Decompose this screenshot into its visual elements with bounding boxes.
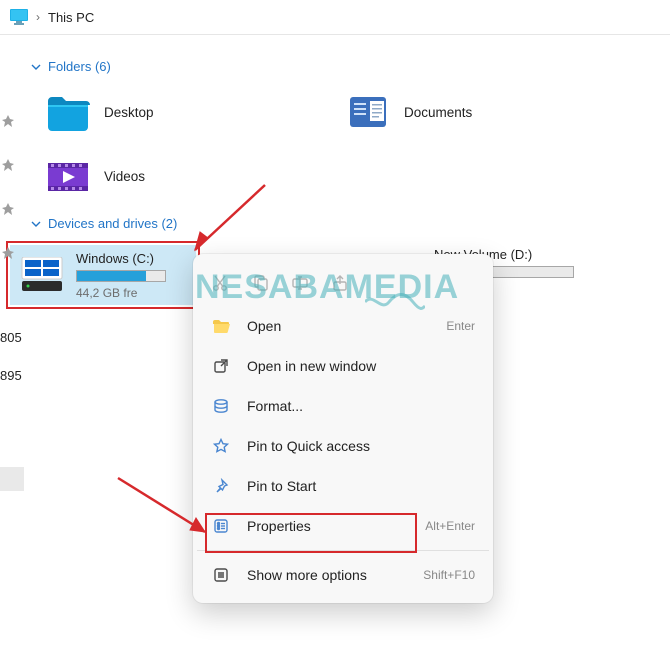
show-more-icon <box>211 565 231 585</box>
pin-icon <box>211 476 231 496</box>
rename-icon[interactable] <box>285 268 315 298</box>
menu-label: Open <box>247 318 430 334</box>
videos-folder-icon <box>46 154 90 198</box>
windows-drive-icon <box>20 257 64 293</box>
drives-section-header[interactable]: Devices and drives (2) <box>30 216 670 231</box>
folder-label: Documents <box>404 105 472 120</box>
folder-label: Videos <box>104 169 145 184</box>
menu-item-pin-start[interactable]: Pin to Start <box>197 466 489 506</box>
folder-label: Desktop <box>104 105 154 120</box>
menu-item-show-more[interactable]: Show more options Shift+F10 <box>197 555 489 595</box>
menu-accelerator: Enter <box>446 319 475 333</box>
context-menu: Open Enter Open in new window Format... … <box>193 254 493 603</box>
menu-accelerator: Shift+F10 <box>423 568 475 582</box>
folder-open-icon <box>211 316 231 336</box>
desktop-folder-icon <box>46 90 90 134</box>
menu-label: Format... <box>247 398 475 414</box>
drive-name: Windows (C:) <box>76 251 166 266</box>
context-menu-quick-actions <box>197 260 489 306</box>
pin-icon <box>2 203 14 215</box>
folder-item-desktop[interactable]: Desktop <box>34 84 334 140</box>
menu-label: Show more options <box>247 567 407 583</box>
breadcrumb-location[interactable]: This PC <box>48 10 94 25</box>
folders-section-header[interactable]: Folders (6) <box>30 59 670 74</box>
drive-capacity-bar <box>76 270 166 282</box>
menu-label: Properties <box>247 518 409 534</box>
folder-item-documents[interactable]: Documents <box>334 84 634 140</box>
drive-free-text: 44,2 GB fre <box>76 286 166 300</box>
menu-label: Open in new window <box>247 358 475 374</box>
menu-label: Pin to Quick access <box>247 438 475 454</box>
menu-item-open-new-window[interactable]: Open in new window <box>197 346 489 386</box>
menu-item-properties[interactable]: Properties Alt+Enter <box>197 506 489 546</box>
breadcrumb[interactable]: › This PC <box>0 0 670 34</box>
annotation-highlight-drive-c: Windows (C:) 44,2 GB fre <box>6 241 200 309</box>
this-pc-icon <box>10 9 28 25</box>
documents-folder-icon <box>346 90 390 134</box>
pin-icon <box>2 247 14 259</box>
star-icon <box>211 436 231 456</box>
pin-icon <box>2 115 14 127</box>
open-external-icon <box>211 356 231 376</box>
folder-item-videos[interactable]: Videos <box>34 148 334 204</box>
drive-item-c[interactable]: Windows (C:) 44,2 GB fre <box>10 245 196 305</box>
quick-access-pins <box>2 115 16 291</box>
menu-item-pin-quick-access[interactable]: Pin to Quick access <box>197 426 489 466</box>
menu-divider <box>197 550 489 551</box>
truncated-sidebar-item <box>0 467 24 491</box>
format-icon <box>211 396 231 416</box>
menu-label: Pin to Start <box>247 478 475 494</box>
pin-icon <box>2 159 14 171</box>
menu-item-open[interactable]: Open Enter <box>197 306 489 346</box>
truncated-left-content: 805 895 <box>0 319 22 395</box>
chevron-down-icon <box>30 61 42 73</box>
drives-title: Devices and drives (2) <box>48 216 177 231</box>
menu-accelerator: Alt+Enter <box>425 519 475 533</box>
copy-icon[interactable] <box>245 268 275 298</box>
chevron-down-icon <box>30 218 42 230</box>
chevron-right-icon: › <box>36 10 40 24</box>
folders-title: Folders (6) <box>48 59 111 74</box>
properties-icon <box>211 516 231 536</box>
menu-item-format[interactable]: Format... <box>197 386 489 426</box>
share-icon[interactable] <box>325 268 355 298</box>
cut-icon[interactable] <box>205 268 235 298</box>
